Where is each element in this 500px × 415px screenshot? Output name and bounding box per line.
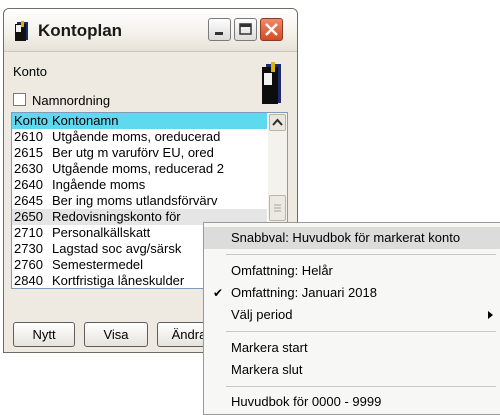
namnordning-checkbox[interactable] — [13, 93, 26, 106]
context-menu: Snabbval: Huvudbok för markerat konto Om… — [203, 222, 500, 415]
menu-item-huvudbok-range[interactable]: Huvudbok för 0000 - 9999 — [204, 391, 500, 413]
menu-item-label: Markera start — [231, 340, 308, 355]
konto-name: Ber ing moms utlandsförvärv — [52, 193, 218, 208]
konto-number: 2760 — [14, 257, 43, 272]
menu-item-markera-slut[interactable]: Markera slut — [204, 359, 500, 381]
konto-number: 2630 — [14, 161, 43, 176]
checkmark-icon: ✔ — [213, 286, 224, 300]
konto-number: 2615 — [14, 145, 43, 160]
menu-item-valj-period[interactable]: Välj period — [204, 304, 500, 326]
konto-number: 2730 — [14, 241, 43, 256]
window-title: Kontoplan — [38, 21, 123, 40]
list-item[interactable]: 2615 Ber utg m varuförv EU, ored — [12, 145, 267, 161]
menu-item-label: Välj period — [231, 307, 293, 322]
menu-separator — [226, 331, 496, 332]
column-header-kontonamn[interactable]: Kontonamn — [52, 113, 119, 129]
konto-number: 2640 — [14, 177, 43, 192]
konto-name: Ingående moms — [52, 177, 146, 192]
menu-separator — [226, 254, 496, 255]
konto-number: 2710 — [14, 225, 43, 240]
menu-separator — [226, 386, 496, 387]
minimize-button[interactable] — [208, 18, 231, 41]
konto-name: Personalkällskatt — [52, 225, 151, 240]
scrollbar-thumb[interactable] — [269, 195, 286, 221]
menu-item-omfattning-januari[interactable]: ✔ Omfattning: Januari 2018 — [204, 282, 500, 304]
menu-item-label: Markera slut — [231, 362, 303, 377]
menu-item-snabbval[interactable]: Snabbval: Huvudbok för markerat konto — [204, 227, 500, 249]
book-icon — [13, 20, 31, 47]
list-item[interactable]: 2610 Utgående moms, oreducerad — [12, 129, 267, 145]
konto-name: Lagstad soc avg/särsk — [52, 241, 182, 256]
konto-number: 2645 — [14, 193, 43, 208]
konto-number: 2610 — [14, 129, 43, 144]
column-header-konto[interactable]: Konto — [14, 113, 48, 129]
konto-name: Redovisningskonto för — [52, 209, 181, 224]
list-item[interactable]: 2640 Ingående moms — [12, 177, 267, 193]
scroll-up-button[interactable] — [269, 114, 286, 131]
konto-name: Utgående moms, reducerad 2 — [52, 161, 224, 176]
konto-name: Kortfristiga låneskulder — [52, 273, 185, 288]
konto-name: Semestermedel — [52, 257, 144, 272]
list-item[interactable]: 2645 Ber ing moms utlandsförvärv — [12, 193, 267, 209]
nytt-button[interactable]: Nytt — [13, 322, 75, 347]
menu-item-label: Snabbval: Huvudbok för markerat konto — [231, 230, 461, 245]
menu-item-label: Omfattning: Helår — [231, 263, 333, 278]
list-item[interactable]: 2630 Utgående moms, reducerad 2 — [12, 161, 267, 177]
maximize-button[interactable] — [234, 18, 257, 41]
konto-name: Ber utg m varuförv EU, ored — [52, 145, 214, 160]
menu-item-markera-start[interactable]: Markera start — [204, 337, 500, 359]
konto-number: 2840 — [14, 273, 43, 288]
konto-number: 2650 — [14, 209, 43, 224]
menu-item-label: Omfattning: Januari 2018 — [231, 285, 377, 300]
visa-button[interactable]: Visa — [84, 322, 148, 347]
konto-label: Konto — [13, 64, 47, 79]
close-button[interactable] — [260, 18, 283, 41]
menu-item-label: Huvudbok för 0000 - 9999 — [231, 394, 382, 409]
account-book-icon — [260, 61, 284, 110]
list-header[interactable]: Konto Kontonamn — [12, 113, 267, 129]
namnordning-label[interactable]: Namnordning — [32, 93, 110, 108]
title-bar[interactable]: Kontoplan — [4, 9, 297, 52]
menu-item-omfattning-helar[interactable]: Omfattning: Helår — [204, 260, 500, 282]
submenu-arrow-icon — [488, 311, 493, 319]
konto-name: Utgående moms, oreducerad — [52, 129, 221, 144]
